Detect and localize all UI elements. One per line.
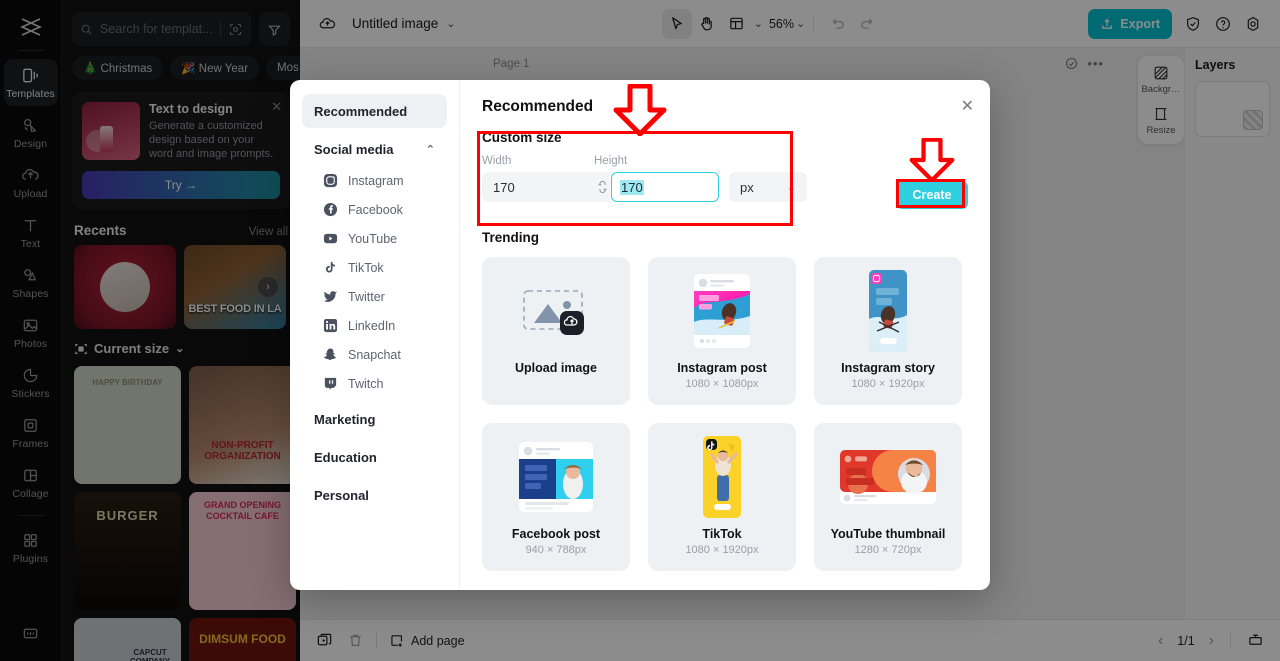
twitter-icon: [322, 289, 338, 305]
modal-nav-youtube[interactable]: YouTube: [302, 224, 447, 253]
trending-card-tiktok[interactable]: TikTok 1080 × 1920px: [648, 423, 796, 571]
custom-size-title: Custom size: [482, 130, 562, 145]
custom-size-labels: Width Height: [482, 155, 968, 167]
card-name: TikTok: [702, 527, 742, 541]
modal-nav-twitch[interactable]: Twitch: [302, 369, 447, 398]
modal-nav-linkedin[interactable]: LinkedIn: [302, 311, 447, 340]
nav-label: Twitch: [348, 376, 384, 391]
close-icon[interactable]: ✕: [961, 96, 974, 116]
modal-nav-personal[interactable]: Personal: [302, 478, 447, 512]
modal-nav-social-media[interactable]: Social media ⌃: [302, 132, 447, 166]
card-name: Facebook post: [511, 527, 601, 541]
width-input[interactable]: 170: [482, 172, 594, 202]
card-thumbnail: [516, 433, 596, 521]
annotation-arrow-custom-size: [613, 84, 667, 136]
youtube-icon: [322, 231, 338, 247]
trending-card-upload-image[interactable]: Upload image: [482, 257, 630, 405]
trending-card-youtube-thumbnail[interactable]: YouTube thumbnail 1280 × 720px: [814, 423, 962, 571]
height-label: Height: [594, 155, 628, 167]
youtube-thumbnail-thumb: [840, 450, 936, 504]
capcut-editor: Templates Design Upload Text Shapes Phot…: [0, 0, 1280, 661]
trending-card-instagram-story[interactable]: Instagram story 1080 × 1920px: [814, 257, 962, 405]
modal-nav-tiktok[interactable]: TikTok: [302, 253, 447, 282]
card-thumbnail: [838, 433, 938, 521]
group-label: Education: [314, 449, 377, 465]
linkedin-icon: [322, 318, 338, 334]
card-thumbnail: [698, 433, 746, 521]
height-input[interactable]: 170: [611, 172, 719, 202]
snapchat-icon: [322, 347, 338, 363]
create-button[interactable]: Create: [896, 181, 968, 209]
modal-nav-education[interactable]: Education: [302, 440, 447, 474]
tiktok-thumb: [703, 436, 741, 518]
card-thumbnail: [516, 267, 596, 355]
unit-select[interactable]: px ⌄: [729, 172, 807, 202]
instagram-icon: [322, 173, 338, 189]
card-name: YouTube thumbnail: [830, 527, 946, 541]
height-value: 170: [620, 179, 644, 195]
trending-title: Trending: [482, 230, 539, 245]
card-dims: 1280 × 720px: [854, 544, 922, 556]
modal-nav-recommended[interactable]: Recommended: [302, 94, 447, 128]
modal-nav-instagram[interactable]: Instagram: [302, 166, 447, 195]
modal-nav-twitter[interactable]: Twitter: [302, 282, 447, 311]
trending-card-facebook-post[interactable]: Facebook post 940 × 788px: [482, 423, 630, 571]
card-thumbnail: [692, 267, 752, 355]
modal-sidebar: Recommended Social media ⌃ Instagram Fac…: [290, 80, 460, 590]
unit-value: px: [740, 179, 754, 195]
nav-label: Instagram: [348, 173, 404, 188]
modal-nav-facebook[interactable]: Facebook: [302, 195, 447, 224]
card-thumbnail: [864, 267, 912, 355]
chevron-down-icon: ⌄: [786, 181, 796, 194]
twitch-icon: [322, 376, 338, 392]
group-label: Marketing: [314, 411, 376, 427]
instagram-story-thumb: [869, 270, 907, 352]
facebook-post-thumb: [519, 442, 593, 512]
card-dims: 1080 × 1920px: [685, 544, 759, 556]
chevron-up-icon: ⌃: [425, 143, 435, 156]
new-design-modal: Recommended Social media ⌃ Instagram Fac…: [290, 80, 990, 590]
nav-label: YouTube: [348, 231, 398, 246]
modal-nav-marketing[interactable]: Marketing: [302, 402, 447, 436]
trending-grid: Upload image Instagram post 1080 × 1080p…: [482, 257, 968, 571]
modal-nav-snapchat[interactable]: Snapchat: [302, 340, 447, 369]
nav-label: Twitter: [348, 289, 385, 304]
instagram-post-thumb: [694, 274, 750, 348]
group-label: Social media: [314, 141, 394, 157]
card-name: Upload image: [515, 361, 597, 375]
link-ratio-icon[interactable]: [594, 172, 610, 202]
width-label: Width: [482, 155, 512, 167]
card-dims: 1080 × 1080px: [685, 378, 759, 390]
card-dims: 1080 × 1920px: [851, 378, 925, 390]
width-value: 170: [493, 179, 515, 195]
nav-label: Snapchat: [348, 347, 401, 362]
facebook-icon: [322, 202, 338, 218]
nav-label: LinkedIn: [348, 318, 396, 333]
annotation-arrow-create: [909, 138, 955, 182]
card-dims: 940 × 788px: [525, 544, 587, 556]
group-label: Personal: [314, 487, 369, 503]
upload-placeholder-icon: [523, 290, 584, 335]
tiktok-icon: [322, 260, 338, 276]
trending-card-instagram-post[interactable]: Instagram post 1080 × 1080px: [648, 257, 796, 405]
nav-label: Facebook: [348, 202, 403, 217]
nav-label: TikTok: [348, 260, 384, 275]
modal-heading: Recommended: [482, 98, 594, 115]
card-name: Instagram story: [841, 361, 935, 375]
card-name: Instagram post: [677, 361, 767, 375]
